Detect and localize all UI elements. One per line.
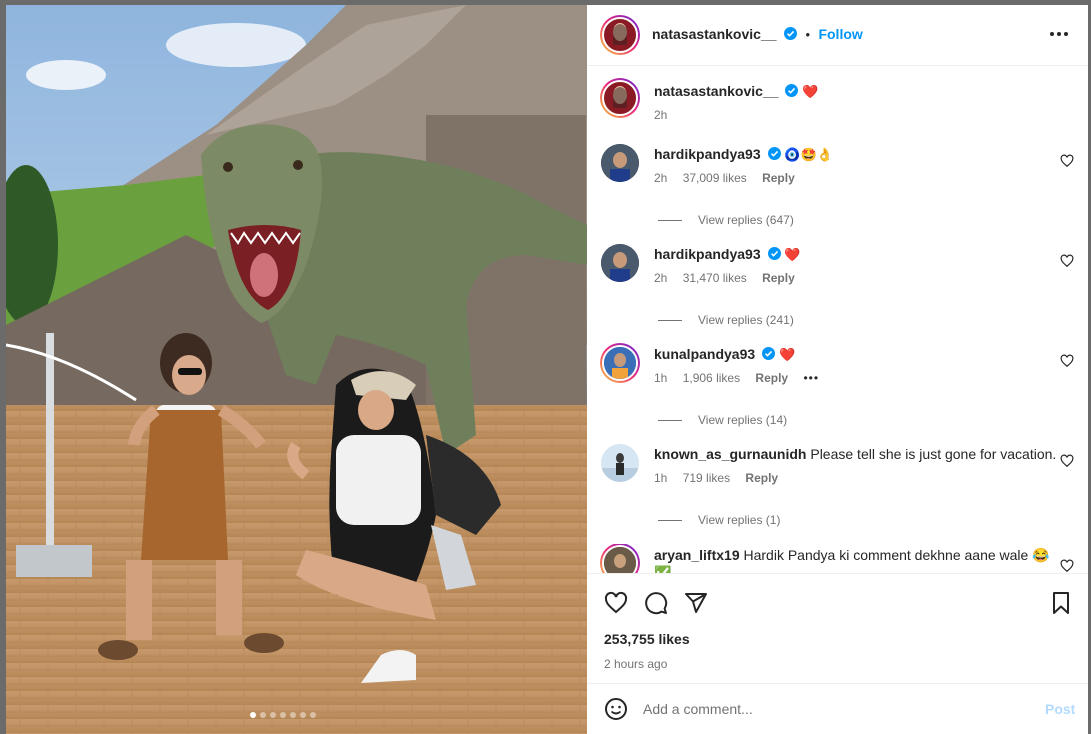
verified-badge-icon bbox=[767, 147, 781, 160]
commenter-username[interactable]: hardikpandya93 bbox=[654, 246, 761, 262]
carousel-dot[interactable] bbox=[270, 712, 276, 718]
comment-item: aryan_liftx19 Hardik Pandya ki comment d… bbox=[587, 544, 1088, 573]
view-replies-label[interactable]: View replies (14) bbox=[698, 413, 787, 427]
view-replies-label[interactable]: View replies (647) bbox=[698, 213, 794, 227]
post-modal: natasastankovic__ • Follow natasastankov… bbox=[0, 0, 1091, 734]
replies-rule bbox=[658, 419, 682, 421]
carousel-indicator[interactable] bbox=[250, 712, 316, 718]
replies-rule bbox=[658, 319, 682, 321]
comment-item: known_as_gurnaunidh Please tell she is j… bbox=[587, 444, 1088, 534]
more-options-icon[interactable] bbox=[1049, 31, 1069, 37]
comment-item: hardikpandya93 ❤️ 2h 31,470 likes Reply … bbox=[587, 244, 1088, 334]
comment-item: hardikpandya93 🧿🤩👌 2h 37,009 likes Reply… bbox=[587, 144, 1088, 234]
commenter-avatar[interactable] bbox=[601, 444, 639, 482]
post-actions: 253,755 likes 2 hours ago bbox=[587, 573, 1088, 683]
comment-text: Please tell she is just gone for vacatio… bbox=[810, 446, 1057, 462]
comment-likes[interactable]: 31,470 likes bbox=[683, 271, 747, 285]
reply-button[interactable]: Reply bbox=[762, 271, 795, 285]
comment-input[interactable] bbox=[643, 694, 1023, 724]
author-avatar[interactable] bbox=[600, 15, 640, 55]
carousel-dot[interactable] bbox=[310, 712, 316, 718]
post-photo[interactable] bbox=[6, 5, 587, 734]
commenter-username[interactable]: aryan_liftx19 bbox=[654, 547, 740, 563]
verified-badge-icon bbox=[783, 27, 797, 40]
replies-rule bbox=[658, 219, 682, 221]
post-header: natasastankovic__ • Follow bbox=[587, 5, 1088, 66]
carousel-dot[interactable] bbox=[250, 712, 256, 718]
commenter-avatar[interactable] bbox=[600, 544, 640, 573]
add-comment-bar: Post bbox=[587, 683, 1088, 734]
comment-more-options[interactable]: ••• bbox=[803, 371, 819, 385]
comment-time: 1h bbox=[654, 471, 668, 485]
reply-button[interactable]: Reply bbox=[762, 171, 795, 185]
view-replies-label[interactable]: View replies (1) bbox=[698, 513, 780, 527]
view-replies[interactable]: View replies (647) bbox=[658, 213, 794, 227]
replies-rule bbox=[658, 519, 682, 521]
comment-likes[interactable]: 719 likes bbox=[683, 471, 730, 485]
comment-likes[interactable]: 1,906 likes bbox=[683, 371, 740, 385]
post-details-panel: natasastankovic__ • Follow natasastankov… bbox=[587, 5, 1088, 734]
comment-text: 🧿🤩👌 bbox=[784, 148, 833, 163]
reply-button[interactable]: Reply bbox=[745, 471, 778, 485]
smiley-icon[interactable] bbox=[604, 697, 628, 721]
verified-badge-icon bbox=[767, 247, 781, 260]
post-comment-button[interactable]: Post bbox=[1045, 701, 1075, 717]
post-caption: natasastankovic__ ❤️ 2h bbox=[587, 77, 1088, 137]
verified-badge-icon bbox=[785, 84, 799, 97]
caption-time: 2h bbox=[654, 108, 668, 122]
photo-illustration bbox=[6, 5, 587, 734]
like-count[interactable]: 253,755 likes bbox=[604, 631, 690, 647]
commenter-avatar[interactable] bbox=[601, 144, 639, 182]
carousel-dot[interactable] bbox=[290, 712, 296, 718]
author-username[interactable]: natasastankovic__ bbox=[652, 26, 777, 42]
commenter-username[interactable]: known_as_gurnaunidh bbox=[654, 446, 806, 462]
heart-outline-icon[interactable] bbox=[1060, 559, 1074, 573]
commenter-username[interactable]: hardikpandya93 bbox=[654, 146, 761, 162]
carousel-dot[interactable] bbox=[260, 712, 266, 718]
comment-likes[interactable]: 37,009 likes bbox=[683, 171, 747, 185]
comment-item: kunalpandya93 ❤️ 1h 1,906 likes Reply ••… bbox=[587, 343, 1088, 434]
comment-text: ❤️ bbox=[778, 348, 796, 363]
post-timestamp: 2 hours ago bbox=[604, 657, 668, 671]
heart-outline-icon[interactable] bbox=[1060, 354, 1074, 368]
commenter-avatar[interactable] bbox=[600, 343, 640, 383]
commenter-username[interactable]: kunalpandya93 bbox=[654, 346, 755, 362]
comment-time: 2h bbox=[654, 271, 668, 285]
heart-outline-icon[interactable] bbox=[1060, 254, 1074, 268]
follow-button[interactable]: Follow bbox=[818, 26, 862, 42]
comment-text: ❤️ bbox=[784, 248, 801, 263]
view-replies[interactable]: View replies (1) bbox=[658, 513, 780, 527]
share-icon[interactable] bbox=[684, 591, 708, 615]
carousel-dot[interactable] bbox=[280, 712, 286, 718]
comment-icon[interactable] bbox=[644, 591, 668, 615]
caption-text: ❤️ bbox=[802, 85, 819, 100]
commenter-avatar[interactable] bbox=[601, 244, 639, 282]
comment-time: 2h bbox=[654, 171, 668, 185]
verified-badge-icon bbox=[762, 347, 776, 360]
heart-outline-icon[interactable] bbox=[1060, 454, 1074, 468]
carousel-dot[interactable] bbox=[300, 712, 306, 718]
view-replies-label[interactable]: View replies (241) bbox=[698, 313, 794, 327]
view-replies[interactable]: View replies (14) bbox=[658, 413, 787, 427]
comment-time: 1h bbox=[654, 371, 668, 385]
header-separator: • bbox=[805, 27, 810, 42]
view-replies[interactable]: View replies (241) bbox=[658, 313, 794, 327]
bookmark-icon[interactable] bbox=[1049, 591, 1073, 615]
caption-username[interactable]: natasastankovic__ bbox=[654, 83, 779, 99]
reply-button[interactable]: Reply bbox=[755, 371, 788, 385]
heart-outline-icon[interactable] bbox=[604, 591, 628, 615]
heart-outline-icon[interactable] bbox=[1060, 154, 1074, 168]
caption-avatar[interactable] bbox=[600, 78, 640, 118]
